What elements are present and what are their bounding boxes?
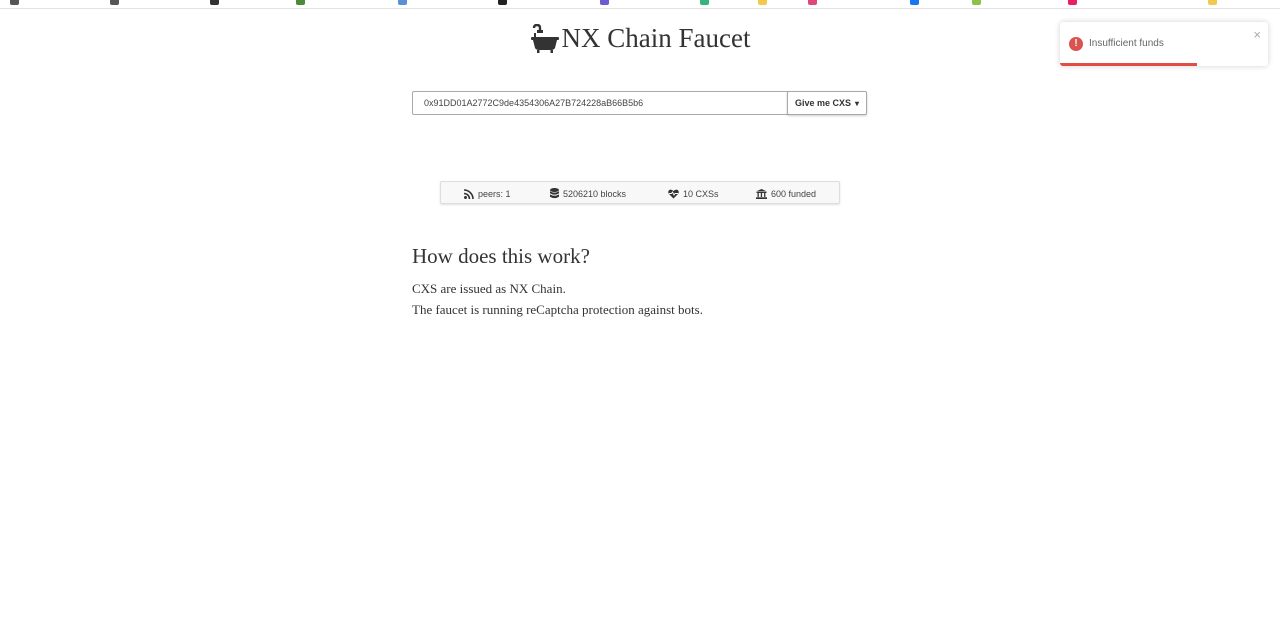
toast-message: Insufficient funds <box>1089 38 1164 49</box>
bookmark-item[interactable] <box>1068 0 1082 6</box>
stat-cxs: 10 CXSs <box>668 182 719 205</box>
bathtub-icon <box>530 23 559 53</box>
stat-blocks: 5206210 blocks <box>550 182 626 205</box>
bookmark-item[interactable] <box>210 0 224 6</box>
stat-peers: peers: 1 <box>464 182 511 205</box>
bookmark-item[interactable] <box>972 0 986 6</box>
database-icon <box>550 188 559 199</box>
error-toast: ! Insufficient funds × <box>1060 22 1268 66</box>
bookmark-item[interactable] <box>498 0 512 6</box>
stat-funded: 600 funded <box>756 182 816 205</box>
bookmark-item[interactable] <box>758 0 772 6</box>
address-input[interactable] <box>412 91 799 115</box>
stats-bar: peers: 1 5206210 blocks 10 CXSs 600 fund… <box>440 181 840 204</box>
address-form: Give me CXS ▾ <box>412 91 868 115</box>
page-title-text: NX Chain Faucet <box>561 23 751 53</box>
peers-count: peers: 1 <box>478 188 511 199</box>
info-line-1: CXS are issued as NX Chain. <box>412 281 566 296</box>
bookmark-item[interactable] <box>808 0 822 6</box>
caret-down-icon: ▾ <box>855 98 860 108</box>
toast-progress-bar <box>1060 63 1198 66</box>
funded-count: 600 funded <box>771 188 817 199</box>
bookmark-item[interactable] <box>600 0 614 6</box>
bookmark-item[interactable] <box>910 0 924 6</box>
error-icon: ! <box>1069 37 1083 51</box>
bank-icon <box>756 188 767 199</box>
bookmark-folder[interactable] <box>1208 0 1222 6</box>
info-line-2: The faucet is running reCaptcha protecti… <box>412 302 703 317</box>
give-me-cxs-button[interactable]: Give me CXS ▾ <box>787 91 867 115</box>
bookmark-item[interactable] <box>10 0 24 6</box>
close-icon[interactable]: × <box>1253 27 1261 42</box>
bookmark-item[interactable] <box>398 0 412 6</box>
bookmark-item[interactable] <box>296 0 310 6</box>
info-heading: How does this work? <box>412 244 590 268</box>
bookmark-item[interactable] <box>110 0 124 6</box>
bookmark-item[interactable] <box>700 0 714 6</box>
cxs-amount: 10 CXSs <box>683 188 719 199</box>
bookmarks-bar <box>0 0 1280 9</box>
give-button-label: Give me CXS <box>794 98 851 108</box>
blocks-count: 5206210 blocks <box>563 188 627 199</box>
heartbeat-icon <box>668 189 679 198</box>
rss-icon <box>464 188 474 199</box>
